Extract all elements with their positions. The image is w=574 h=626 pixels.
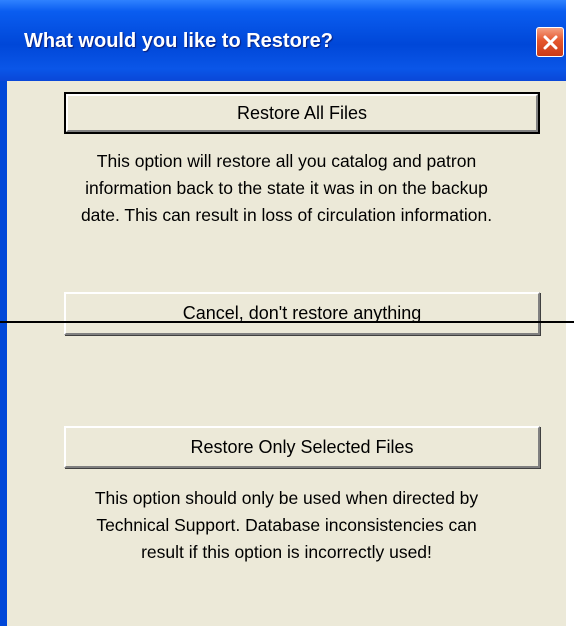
- restore-selected-files-button[interactable]: Restore Only Selected Files: [64, 426, 540, 468]
- description-line: This option should only be used when dir…: [94, 488, 479, 508]
- restore-all-files-button[interactable]: Restore All Files: [64, 92, 540, 134]
- restore-dialog-window: What would you like to Restore? Restore …: [0, 0, 566, 626]
- description-line: This option will restore all you catalog…: [96, 151, 477, 171]
- restore-all-files-description: This option will restore all you catalog…: [27, 148, 546, 229]
- description-line: Technical Support. Database inconsistenc…: [96, 515, 477, 535]
- horizontal-guide-line: [0, 321, 574, 323]
- close-button[interactable]: [536, 27, 564, 57]
- restore-selected-files-description: This option should only be used when dir…: [27, 485, 546, 566]
- description-line: information back to the state it was in …: [85, 178, 488, 198]
- description-line: result if this option is incorrectly use…: [141, 542, 432, 562]
- description-line: date. This can result in loss of circula…: [80, 205, 493, 225]
- dialog-title: What would you like to Restore?: [24, 30, 333, 52]
- title-bar[interactable]: What would you like to Restore?: [0, 0, 566, 81]
- restore-selected-files-label: Restore Only Selected Files: [190, 437, 414, 457]
- restore-all-files-label: Restore All Files: [236, 103, 368, 123]
- dialog-body: Restore All Files This option will resto…: [7, 81, 566, 626]
- close-icon: [543, 35, 558, 50]
- cancel-button[interactable]: Cancel, don't restore anything: [64, 292, 540, 335]
